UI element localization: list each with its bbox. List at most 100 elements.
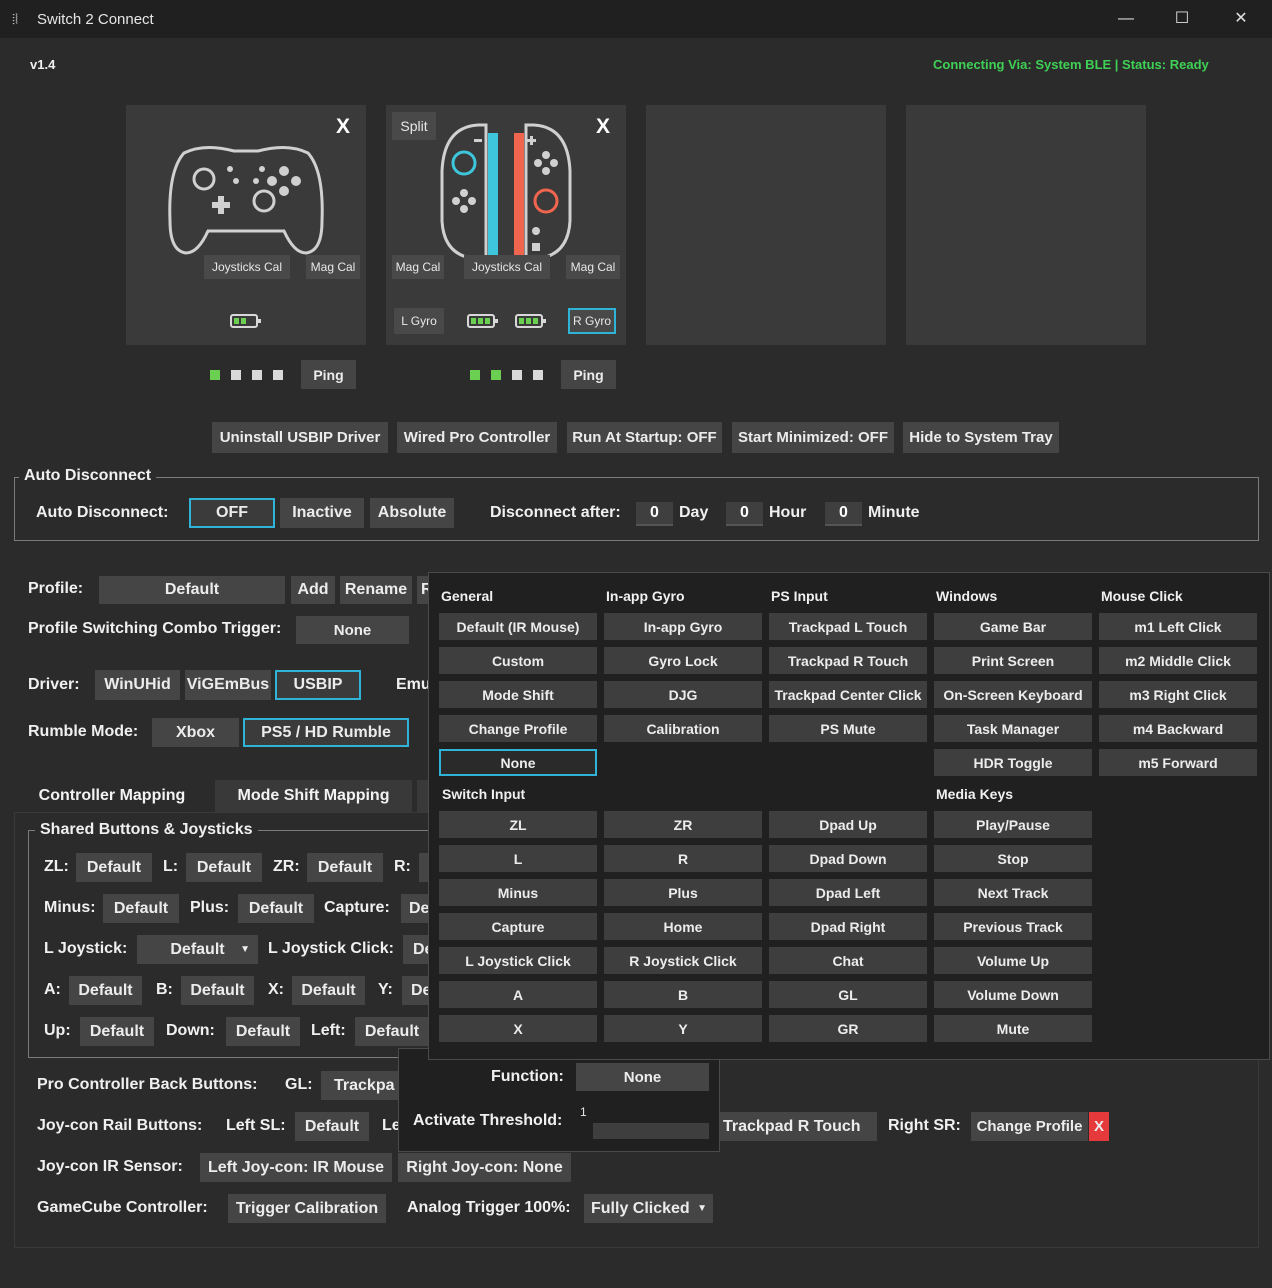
menu-item-plus[interactable]: Plus xyxy=(604,879,762,906)
menu-item-x[interactable]: X xyxy=(439,1015,597,1042)
menu-item-trackpad-l-touch[interactable]: Trackpad L Touch xyxy=(769,613,927,640)
rumble-ps5-button[interactable]: PS5 / HD Rumble xyxy=(243,718,409,747)
gl-mapping-select[interactable]: Trackpa xyxy=(321,1071,399,1100)
tab-mode-shift-mapping[interactable]: Mode Shift Mapping xyxy=(215,780,412,812)
menu-item-gr[interactable]: GR xyxy=(769,1015,927,1042)
analog-trigger-select[interactable]: Fully Clicked ▼ xyxy=(584,1194,713,1223)
menu-item-game-bar[interactable]: Game Bar xyxy=(934,613,1092,640)
driver-winuhid-button[interactable]: WinUHid xyxy=(95,670,180,700)
combo-trigger-select[interactable]: None xyxy=(296,616,409,644)
menu-item-stop[interactable]: Stop xyxy=(934,845,1092,872)
menu-item-a[interactable]: A xyxy=(439,981,597,1008)
right-sr-clear-button[interactable]: X xyxy=(1089,1112,1109,1141)
menu-item-dpad-right[interactable]: Dpad Right xyxy=(769,913,927,940)
auto-disconnect-off-button[interactable]: OFF xyxy=(189,498,275,528)
menu-item-next-track[interactable]: Next Track xyxy=(934,879,1092,906)
menu-item-previous-track[interactable]: Previous Track xyxy=(934,913,1092,940)
menu-item-djg[interactable]: DJG xyxy=(604,681,762,708)
wired-pro-controller-button[interactable]: Wired Pro Controller xyxy=(397,422,557,453)
menu-item-zl[interactable]: ZL xyxy=(439,811,597,838)
mag-cal-right-button[interactable]: Mag Cal xyxy=(566,255,620,279)
menu-item-minus[interactable]: Minus xyxy=(439,879,597,906)
menu-item-m1-left-click[interactable]: m1 Left Click xyxy=(1099,613,1257,640)
up-mapping-select[interactable]: Default xyxy=(80,1017,154,1046)
menu-item-r[interactable]: R xyxy=(604,845,762,872)
menu-item-ps-mute[interactable]: PS Mute xyxy=(769,715,927,742)
trigger-calibration-button[interactable]: Trigger Calibration xyxy=(228,1194,386,1223)
driver-usbip-button[interactable]: USBIP xyxy=(275,670,361,700)
menu-item-default-ir-mouse[interactable]: Default (IR Mouse) xyxy=(439,613,597,640)
menu-item-b[interactable]: B xyxy=(604,981,762,1008)
y-mapping-select[interactable]: De xyxy=(402,976,431,1005)
plus-mapping-select[interactable]: Default xyxy=(238,894,314,923)
disconnect-button-slot-1[interactable]: X xyxy=(336,115,350,139)
day-input[interactable]: 0 xyxy=(636,502,673,526)
mag-cal-left-button[interactable]: Mag Cal xyxy=(392,255,444,279)
l-joystick-click-select[interactable]: De xyxy=(403,935,433,964)
ping-button-slot-2[interactable]: Ping xyxy=(561,360,616,389)
l-joystick-select[interactable]: Default ▼ xyxy=(137,935,258,964)
menu-item-y[interactable]: Y xyxy=(604,1015,762,1042)
left-sr-select[interactable]: Trackpad R Touch xyxy=(717,1112,877,1141)
menu-item-dpad-up[interactable]: Dpad Up xyxy=(769,811,927,838)
menu-item-r-joystick-click[interactable]: R Joystick Click xyxy=(604,947,762,974)
menu-item-hdr-toggle[interactable]: HDR Toggle xyxy=(934,749,1092,776)
menu-item-mode-shift[interactable]: Mode Shift xyxy=(439,681,597,708)
hour-input[interactable]: 0 xyxy=(726,502,763,526)
auto-disconnect-inactive-button[interactable]: Inactive xyxy=(280,498,364,528)
menu-item-mute[interactable]: Mute xyxy=(934,1015,1092,1042)
start-minimized-button[interactable]: Start Minimized: OFF xyxy=(732,422,894,453)
menu-item-trackpad-center-click[interactable]: Trackpad Center Click xyxy=(769,681,927,708)
ir-left-select[interactable]: Left Joy-con: IR Mouse xyxy=(200,1153,392,1182)
menu-item-change-profile[interactable]: Change Profile xyxy=(439,715,597,742)
function-select[interactable]: None xyxy=(576,1063,709,1091)
close-icon[interactable]: ✕ xyxy=(1226,8,1256,30)
tab-controller-mapping[interactable]: Controller Mapping xyxy=(14,780,210,812)
b-mapping-select[interactable]: Default xyxy=(181,976,254,1005)
down-mapping-select[interactable]: Default xyxy=(226,1017,300,1046)
menu-item-volume-down[interactable]: Volume Down xyxy=(934,981,1092,1008)
menu-item-gyro-lock[interactable]: Gyro Lock xyxy=(604,647,762,674)
capture-mapping-select[interactable]: De xyxy=(401,894,429,923)
left-mapping-select[interactable]: Default xyxy=(355,1017,429,1046)
auto-disconnect-absolute-button[interactable]: Absolute xyxy=(370,498,454,528)
hide-to-tray-button[interactable]: Hide to System Tray xyxy=(903,422,1059,453)
profile-rename-button[interactable]: Rename xyxy=(340,576,412,604)
r-gyro-button[interactable]: R Gyro xyxy=(568,308,616,334)
menu-item-capture[interactable]: Capture xyxy=(439,913,597,940)
minus-mapping-select[interactable]: Default xyxy=(103,894,179,923)
profile-select[interactable]: Default xyxy=(99,576,285,604)
menu-item-chat[interactable]: Chat xyxy=(769,947,927,974)
menu-item-l-joystick-click[interactable]: L Joystick Click xyxy=(439,947,597,974)
minute-input[interactable]: 0 xyxy=(825,502,862,526)
ping-button-slot-1[interactable]: Ping xyxy=(301,360,356,389)
menu-item-home[interactable]: Home xyxy=(604,913,762,940)
disconnect-button-slot-2[interactable]: X xyxy=(596,115,610,139)
menu-item-volume-up[interactable]: Volume Up xyxy=(934,947,1092,974)
l-gyro-button[interactable]: L Gyro xyxy=(394,308,444,334)
mag-cal-button-slot-1[interactable]: Mag Cal xyxy=(306,255,360,279)
menu-item-calibration[interactable]: Calibration xyxy=(604,715,762,742)
joysticks-cal-button-slot-1[interactable]: Joysticks Cal xyxy=(204,255,290,279)
split-button[interactable]: Split xyxy=(392,112,436,140)
menu-item-gl[interactable]: GL xyxy=(769,981,927,1008)
menu-item-zr[interactable]: ZR xyxy=(604,811,762,838)
menu-item-task-manager[interactable]: Task Manager xyxy=(934,715,1092,742)
menu-item-m4-backward[interactable]: m4 Backward xyxy=(1099,715,1257,742)
menu-item-play-pause[interactable]: Play/Pause xyxy=(934,811,1092,838)
menu-item-m3-right-click[interactable]: m3 Right Click xyxy=(1099,681,1257,708)
menu-item-on-screen-keyboard[interactable]: On-Screen Keyboard xyxy=(934,681,1092,708)
minimize-icon[interactable]: — xyxy=(1111,8,1141,30)
threshold-slider[interactable] xyxy=(593,1123,709,1139)
menu-item-print-screen[interactable]: Print Screen xyxy=(934,647,1092,674)
rumble-xbox-button[interactable]: Xbox xyxy=(152,718,239,747)
maximize-icon[interactable]: ☐ xyxy=(1167,8,1197,30)
menu-item-none[interactable]: None xyxy=(439,749,597,776)
ir-right-select[interactable]: Right Joy-con: None xyxy=(398,1153,571,1182)
zl-mapping-select[interactable]: Default xyxy=(76,853,152,882)
left-sl-select[interactable]: Default xyxy=(295,1112,369,1141)
run-at-startup-button[interactable]: Run At Startup: OFF xyxy=(567,422,722,453)
menu-item-dpad-left[interactable]: Dpad Left xyxy=(769,879,927,906)
menu-item-l[interactable]: L xyxy=(439,845,597,872)
menu-item-dpad-down[interactable]: Dpad Down xyxy=(769,845,927,872)
